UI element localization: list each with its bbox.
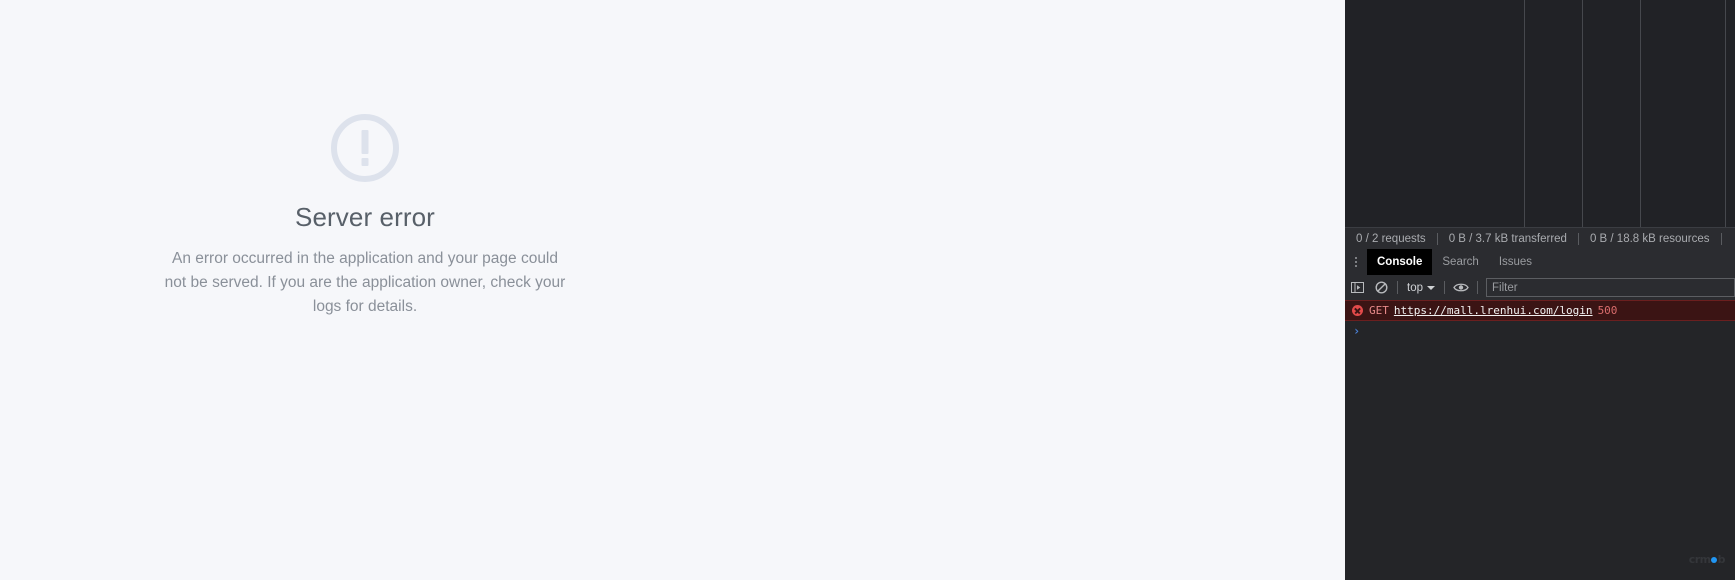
toolbar-divider (1397, 281, 1398, 294)
drawer-tab-strip: Console Search Issues (1345, 249, 1735, 276)
error-page: Server error An error occurred in the ap… (0, 0, 1221, 580)
crmeb-watermark: crm b (1688, 553, 1726, 566)
watermark-dot-icon (1711, 556, 1718, 563)
toolbar-divider (1444, 281, 1445, 294)
console-input-prompt[interactable]: › (1345, 321, 1735, 340)
execution-context-label: top (1407, 281, 1423, 294)
tab-issues[interactable]: Issues (1489, 249, 1542, 275)
network-summary-bar: 0 / 2 requests 0 B / 3.7 kB transferred … (1345, 227, 1735, 251)
console-filter-input[interactable] (1486, 278, 1735, 297)
devtools-panel: 0 / 2 requests 0 B / 3.7 kB transferred … (1221, 0, 1735, 580)
more-vertical-icon[interactable] (1345, 249, 1367, 275)
console-output[interactable]: GET https://mall.lrenhui.com/login 500 ›… (1345, 300, 1735, 580)
summary-resources: 0 B / 18.8 kB resources (1589, 233, 1710, 245)
watermark-text-after: b (1717, 553, 1726, 566)
summary-divider (1720, 233, 1722, 245)
request-method: GET (1369, 304, 1389, 317)
network-column-divider[interactable] (1725, 0, 1726, 227)
network-request-table[interactable] (1345, 0, 1735, 227)
summary-transferred: 0 B / 3.7 kB transferred (1448, 233, 1567, 245)
request-status-code: 500 (1597, 304, 1618, 317)
clear-console-icon[interactable] (1369, 275, 1393, 300)
request-url-link[interactable]: https://mall.lrenhui.com/login (1394, 304, 1593, 317)
error-circle-icon (1352, 305, 1363, 316)
toolbar-divider (1477, 281, 1478, 294)
chevron-down-icon (1427, 285, 1435, 290)
page-title: Server error (295, 202, 435, 232)
network-column-divider[interactable] (1640, 0, 1641, 227)
error-content: Server error An error occurred in the ap… (0, 112, 730, 319)
watermark-text-before: crm (1688, 553, 1711, 566)
network-column-divider[interactable] (1524, 0, 1525, 227)
tab-console[interactable]: Console (1367, 249, 1433, 275)
console-error-message[interactable]: GET https://mall.lrenhui.com/login 500 (1345, 300, 1735, 321)
summary-requests: 0 / 2 requests (1356, 233, 1426, 245)
tab-search[interactable]: Search (1432, 249, 1488, 275)
execution-context-selector[interactable]: top (1402, 279, 1440, 297)
console-sidebar-icon[interactable] (1345, 275, 1369, 300)
live-expression-eye-icon[interactable] (1449, 275, 1473, 300)
alert-circle-icon (331, 114, 399, 182)
prompt-chevron-icon: › (1353, 323, 1361, 338)
console-toolbar: top (1345, 275, 1735, 301)
error-description: An error occurred in the application and… (164, 250, 566, 315)
network-column-divider[interactable] (1582, 0, 1583, 227)
